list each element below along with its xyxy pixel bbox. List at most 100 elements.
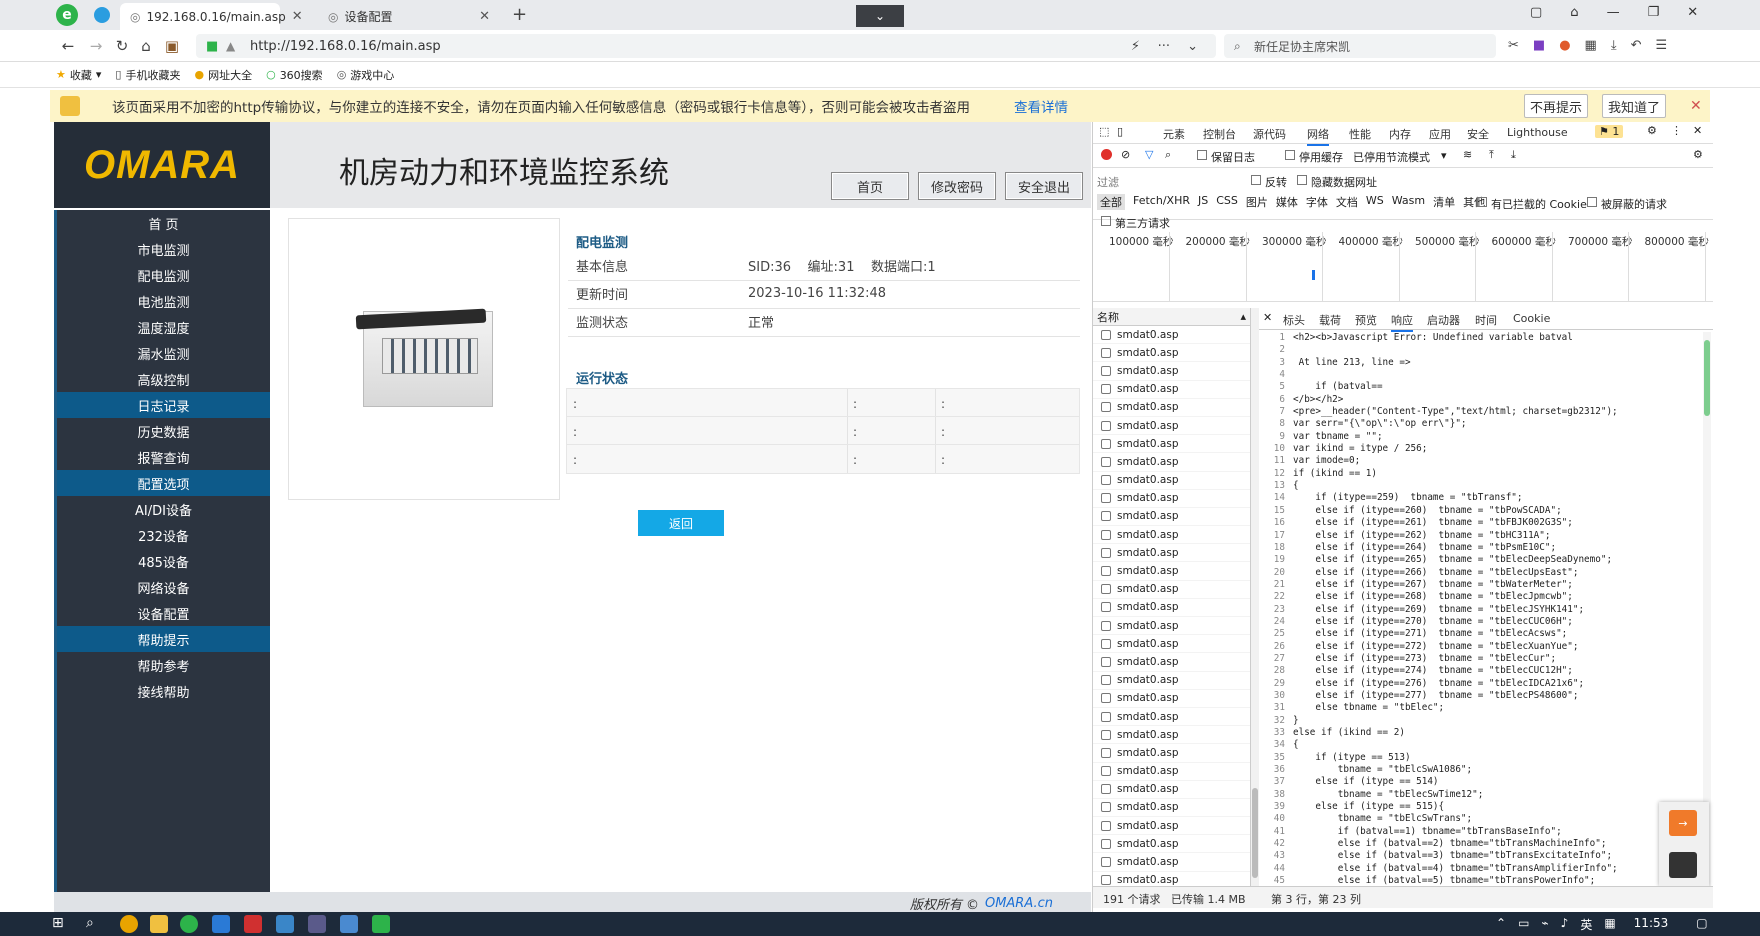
close-icon[interactable]: ✕ [1263, 311, 1272, 324]
chevron-down-icon[interactable]: ⌄ [1187, 39, 1198, 54]
wifi-icon[interactable]: ≋ [1463, 148, 1472, 161]
no-remind-button[interactable]: 不再提示 [1524, 94, 1588, 118]
browser-360-icon[interactable] [180, 915, 198, 933]
request-row[interactable]: smdat0.asp [1093, 599, 1250, 617]
request-row[interactable]: smdat0.asp [1093, 835, 1250, 854]
type-filter-10[interactable]: 清单 [1433, 194, 1455, 210]
dock-icon[interactable] [1669, 852, 1697, 878]
request-row[interactable]: smdat0.asp [1093, 726, 1250, 745]
sidebar-item[interactable]: 历史数据 [57, 418, 270, 444]
devtools-tab-performance[interactable]: 性能 [1349, 126, 1371, 142]
sidebar-item[interactable]: 配电监测 [57, 262, 270, 288]
undo-icon[interactable]: ↶ [1631, 38, 1642, 53]
request-row[interactable]: smdat0.asp [1093, 490, 1250, 508]
kebab-menu-icon[interactable]: ⋮ [1671, 124, 1682, 137]
type-filter-5[interactable]: 媒体 [1276, 194, 1298, 210]
url-input[interactable]: ■ ▲ http://192.168.0.16/main.asp ⚡ ··· ⌄ [196, 34, 1216, 58]
device-icon[interactable]: ▯ [1117, 125, 1123, 138]
request-row[interactable]: smdat0.asp [1093, 362, 1250, 381]
sidebar-item[interactable]: 485设备 [57, 548, 270, 574]
skin-icon[interactable]: ⌂ [1570, 5, 1578, 20]
explorer-icon[interactable] [150, 915, 168, 933]
settings-gear-icon[interactable]: ⚙ [1693, 148, 1703, 161]
home-icon[interactable]: ⌂ [136, 36, 156, 56]
devtools-tab-sources[interactable]: 源代码 [1253, 126, 1286, 142]
browser-logo-icon[interactable]: e [56, 4, 78, 26]
request-row[interactable]: smdat0.asp [1093, 781, 1250, 799]
request-row[interactable]: smdat0.asp [1093, 326, 1250, 345]
bookmark-360search[interactable]: ○ 360搜索 [266, 67, 323, 83]
back-button[interactable]: 返回 [638, 510, 724, 536]
sidebar-group-header[interactable]: 帮助提示 [57, 626, 270, 652]
filter-icon[interactable]: ▽ [1145, 148, 1153, 161]
got-it-button[interactable]: 我知道了 [1602, 94, 1666, 118]
translate-icon[interactable]: ■ [1533, 38, 1545, 53]
request-row[interactable]: smdat0.asp [1093, 817, 1250, 836]
sidebar-item[interactable]: 首 页 [57, 210, 270, 236]
resp-tab-response[interactable]: 响应 [1391, 312, 1413, 332]
request-row[interactable]: smdat0.asp [1093, 417, 1250, 436]
remote-icon[interactable] [276, 915, 294, 933]
request-row[interactable]: smdat0.asp [1093, 744, 1250, 763]
app-icon[interactable] [212, 915, 230, 933]
game-icon[interactable]: ● [1559, 38, 1570, 53]
warning-details-link[interactable]: 查看详情 [1014, 96, 1068, 116]
request-row[interactable]: smdat0.asp [1093, 672, 1250, 690]
resp-tab-preview[interactable]: 预览 [1355, 312, 1377, 328]
copyright-brand[interactable]: OMARA.cn [985, 896, 1053, 911]
apps-icon[interactable]: ▦ [1585, 38, 1597, 53]
network-app-icon[interactable] [340, 915, 358, 933]
settings-gear-icon[interactable]: ⚙ [1647, 124, 1657, 137]
sidebar-item[interactable]: 高级控制 [57, 366, 270, 392]
inspect-icon[interactable]: ⬚ [1099, 125, 1109, 138]
invert-checkbox[interactable] [1251, 175, 1261, 185]
request-row[interactable]: smdat0.asp [1093, 344, 1250, 363]
sidebar-item[interactable]: 接线帮助 [57, 678, 270, 704]
keyboard-icon[interactable]: ▦ [1604, 916, 1615, 933]
request-row[interactable]: smdat0.asp [1093, 526, 1250, 545]
sidebar-item[interactable]: 电池监测 [57, 288, 270, 314]
devtools-tab-application[interactable]: 应用 [1429, 126, 1451, 142]
sidebar-item[interactable]: 设备配置 [57, 600, 270, 626]
resp-tab-headers[interactable]: 标头 [1283, 312, 1305, 328]
close-window-icon[interactable]: ✕ [1687, 5, 1698, 20]
sidebar-item[interactable]: AI/DI设备 [57, 496, 270, 522]
type-filter-9[interactable]: Wasm [1392, 194, 1425, 210]
wechat-icon[interactable] [372, 915, 390, 933]
menu-icon[interactable]: ☰ [1656, 38, 1668, 53]
search-icon[interactable]: ⌕ [1165, 148, 1171, 162]
blocked-cookies-checkbox[interactable] [1477, 197, 1487, 207]
sidebar-item[interactable]: 232设备 [57, 522, 270, 548]
type-filter-1[interactable]: Fetch/XHR [1133, 194, 1190, 210]
clear-icon[interactable]: ⊘ [1121, 148, 1130, 161]
download-icon[interactable]: ⤓ [1511, 148, 1516, 162]
type-filter-7[interactable]: 文档 [1336, 194, 1358, 210]
back-arrow-icon[interactable]: ← [58, 36, 78, 56]
request-row[interactable]: smdat0.asp [1093, 763, 1250, 781]
devtools-tab-console[interactable]: 控制台 [1203, 126, 1236, 142]
request-row[interactable]: smdat0.asp [1093, 653, 1250, 672]
app-logo[interactable]: OMARA [54, 122, 270, 208]
request-row[interactable]: smdat0.asp [1093, 472, 1250, 490]
record-icon[interactable] [1101, 149, 1112, 160]
network-icon[interactable]: ⌁ [1541, 916, 1548, 933]
request-row[interactable]: smdat0.asp [1093, 617, 1250, 636]
request-row[interactable]: smdat0.asp [1093, 544, 1250, 563]
telegram-icon[interactable] [94, 7, 110, 23]
volume-icon[interactable]: ♪ [1561, 916, 1569, 933]
new-tab-button[interactable]: + [512, 4, 527, 25]
clock[interactable]: 11:53 [1634, 916, 1669, 933]
request-row[interactable]: smdat0.asp [1093, 708, 1250, 727]
hide-data-urls-checkbox[interactable] [1297, 175, 1307, 185]
tab-main[interactable]: ◎ 192.168.0.16/main.asp ✕ [120, 3, 303, 30]
display-icon[interactable]: ▭ [1518, 916, 1529, 933]
request-row[interactable]: smdat0.asp [1093, 581, 1250, 599]
devtools-tab-security[interactable]: 安全 [1467, 126, 1489, 142]
request-row[interactable]: smdat0.asp [1093, 690, 1250, 708]
sidebar-item[interactable]: 漏水监测 [57, 340, 270, 366]
upload-icon[interactable]: ⤒ [1489, 148, 1494, 162]
lightning-icon[interactable]: ⚡ [1131, 39, 1140, 54]
close-icon[interactable]: ✕ [1693, 124, 1702, 137]
minimize-icon[interactable]: — [1607, 5, 1620, 20]
devtools-tab-lighthouse[interactable]: Lighthouse [1507, 126, 1568, 139]
